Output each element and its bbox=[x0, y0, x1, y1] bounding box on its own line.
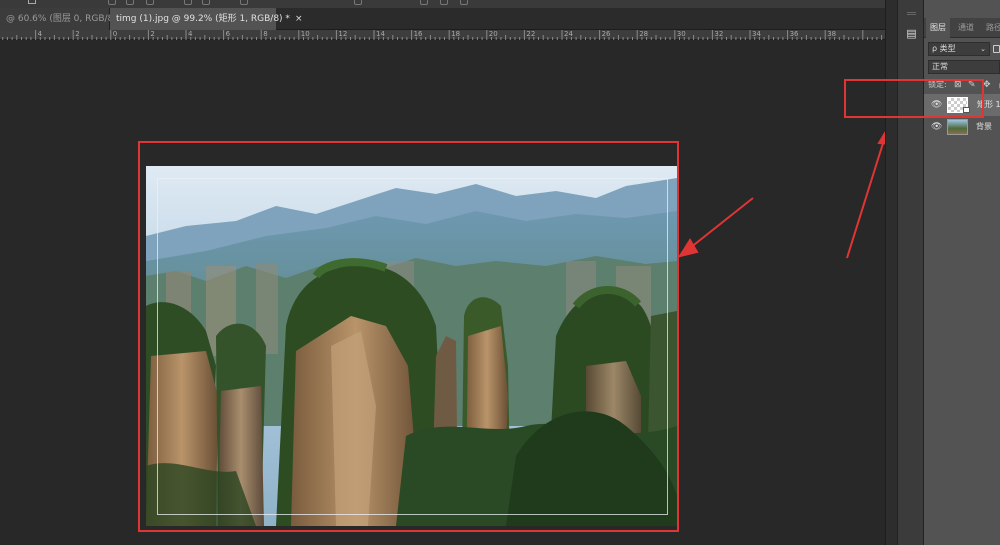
annotation-arrow-canvas bbox=[689, 197, 754, 249]
lock-move-icon[interactable]: ✥ bbox=[983, 80, 991, 90]
layer-name[interactable]: 背景 bbox=[976, 121, 992, 132]
panel-tabs: 图层 通道 路径 bbox=[924, 18, 1000, 38]
chevron-down-icon: ⌄ bbox=[980, 45, 986, 53]
photoshop-window: @ 60.6% (图层 0, RGB/8) *× timg (1).jpg @ … bbox=[0, 0, 1000, 545]
tab-layers[interactable]: 图层 bbox=[926, 18, 950, 38]
layer-row-background[interactable]: 👁 背景 bbox=[924, 116, 1000, 138]
annotation-layer-highlight bbox=[844, 79, 984, 118]
tab-paths[interactable]: 路径 bbox=[986, 18, 1000, 38]
layer-thumbnail bbox=[947, 119, 968, 135]
properties-icon[interactable]: ▤ bbox=[902, 24, 921, 43]
filter-label: ρ 类型 bbox=[932, 44, 956, 53]
arrow-head bbox=[677, 238, 699, 258]
blend-mode-select[interactable]: 正常 bbox=[928, 60, 1000, 74]
layer-filter-select[interactable]: ρ 类型 ⌄ bbox=[928, 42, 990, 56]
grip-handle[interactable] bbox=[907, 12, 916, 15]
annotation-arrow-layer bbox=[846, 139, 885, 259]
eye-icon[interactable]: 👁 bbox=[931, 122, 942, 132]
tab-channels[interactable]: 通道 bbox=[958, 18, 974, 38]
pixel-filter-icon[interactable] bbox=[993, 45, 1000, 53]
